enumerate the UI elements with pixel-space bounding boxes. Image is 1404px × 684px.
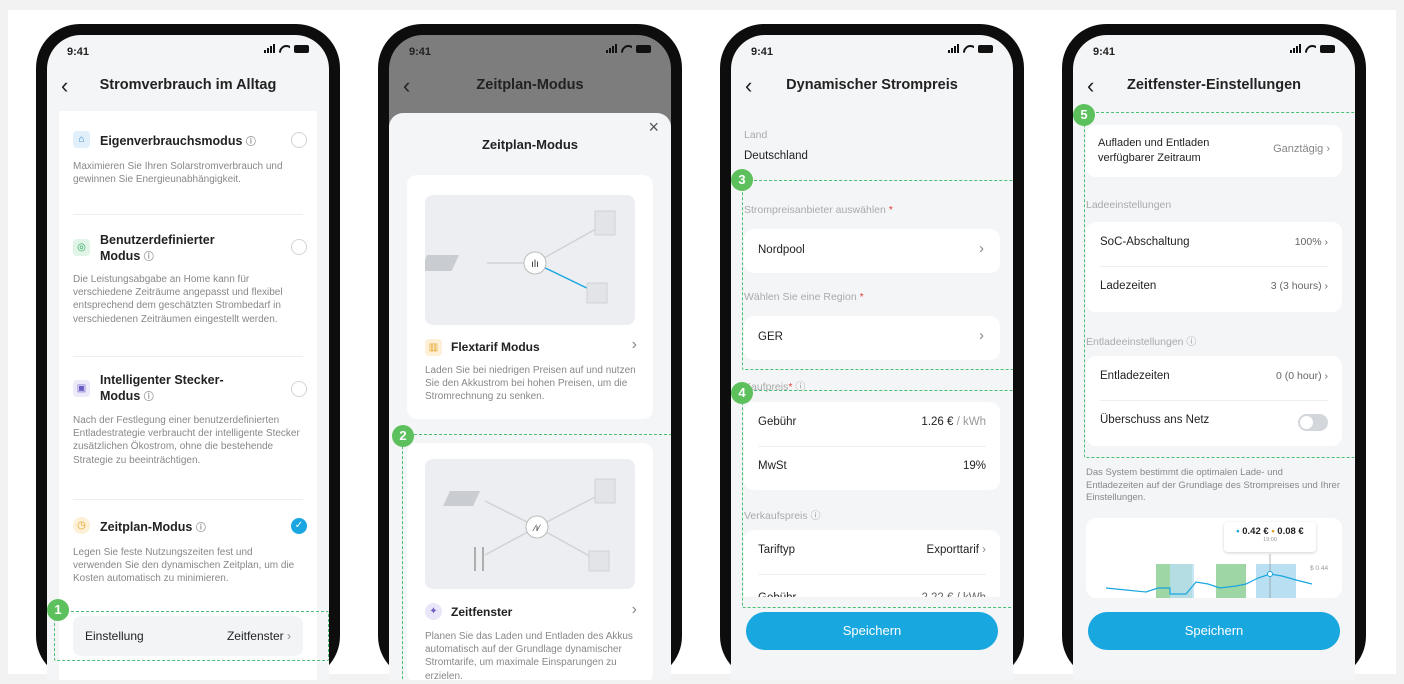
- nav-bar: ‹ Dynamischer Strompreis: [731, 69, 1013, 105]
- battery-icon: [636, 45, 651, 53]
- help-icon[interactable]: ⓘ: [246, 137, 256, 148]
- page-title: Stromverbrauch im Alltag: [99, 77, 277, 93]
- phone-stromverbrauch: 9:41 ‹ Stromverbrauch im Alltag ⌂ Eigenv…: [36, 24, 340, 680]
- status-bar: 9:41: [1073, 35, 1355, 63]
- tariff-icon: ▥: [425, 339, 442, 356]
- chevron-right-icon: ›: [631, 336, 637, 353]
- tooltip-buy: 0.42 €: [1242, 526, 1269, 537]
- mode-title: Benutzerdefinierter Modus ⓘ: [100, 233, 215, 264]
- wifi-icon: [621, 44, 632, 53]
- energy-flow-illustration: ılı: [419, 210, 616, 304]
- status-bar: 9:41: [47, 35, 329, 63]
- mode-description: Die Leistungsabgabe an Home kann für ver…: [73, 274, 283, 325]
- help-icon[interactable]: ⓘ: [196, 523, 206, 534]
- signal-icon: [606, 44, 617, 53]
- status-time: 9:41: [67, 46, 90, 58]
- smart-plug-icon: ▣: [73, 380, 90, 397]
- svg-text:ılı: ılı: [531, 259, 539, 270]
- status-bar: 9:41: [731, 35, 1013, 63]
- page-title: Zeitplan-Modus: [476, 77, 584, 93]
- option-title: Flextarif Modus: [451, 340, 540, 354]
- screen: 9:41 ‹ Dynamischer Strompreis Land Deuts…: [731, 35, 1013, 680]
- screen: 9:41 ‹ Stromverbrauch im Alltag ⌂ Eigenv…: [47, 35, 329, 680]
- mode-radio-benutzerdefiniert[interactable]: [291, 239, 307, 255]
- screen: 9:41 ‹ Zeitplan-Modus Zeitplan-Modus × ı…: [389, 35, 671, 680]
- phone-zeitfenster-einstellungen: 9:41 ‹ Zeitfenster-Einstellungen Auflade…: [1062, 24, 1366, 680]
- close-icon[interactable]: ×: [648, 117, 659, 138]
- discharge-window: [1170, 564, 1194, 598]
- custom-mode-icon: ◎: [73, 239, 90, 256]
- sheet-title: Zeitplan-Modus: [481, 137, 579, 152]
- phone-dynamischer-strompreis: 9:41 ‹ Dynamischer Strompreis Land Deuts…: [720, 24, 1024, 680]
- save-button[interactable]: Speichern: [1088, 612, 1340, 650]
- price-line-marker: [1267, 571, 1273, 577]
- wifi-icon: [1305, 44, 1316, 53]
- highlight-box-4: [742, 390, 1013, 608]
- price-chart-card: $ 0.44 • 0.42 € • 0.08 € 19:00: [1086, 518, 1342, 598]
- clock-icon: ◷: [73, 517, 90, 534]
- status-time: 9:41: [1093, 46, 1116, 58]
- tooltip-sell: 0.08 €: [1277, 526, 1304, 537]
- axis-label: $ 0.44: [1310, 565, 1328, 572]
- highlight-box-3: [742, 180, 1013, 370]
- mode-description: Legen Sie feste Nutzungszeiten fest und …: [73, 547, 295, 585]
- save-button[interactable]: Speichern: [746, 612, 998, 650]
- step-badge-5: 5: [1073, 104, 1095, 126]
- step-badge-3: 3: [731, 169, 753, 191]
- price-tooltip: • 0.42 € • 0.08 € 19:00: [1224, 522, 1316, 552]
- info-text: Das System bestimmt die optimalen Lade- …: [1086, 467, 1341, 504]
- charge-window: [1216, 564, 1246, 598]
- mode-radio-stecker[interactable]: [291, 381, 307, 397]
- option-description: Laden Sie bei niedrigen Preisen auf und …: [425, 365, 636, 403]
- screen: 9:41 ‹ Zeitfenster-Einstellungen Auflade…: [1073, 35, 1355, 680]
- tooltip-time: 19:00: [1263, 537, 1277, 543]
- status-bar: 9:41: [389, 35, 671, 63]
- flextarif-illustration: ılı: [419, 195, 635, 325]
- land-label: Land: [744, 129, 768, 141]
- option-card-flextarif[interactable]: ılı ▥ Flextarif Modus › Laden Sie bei ni…: [407, 175, 653, 419]
- land-value: Deutschland: [744, 150, 808, 162]
- home-solar-icon: ⌂: [73, 131, 90, 148]
- battery-icon: [1320, 45, 1335, 53]
- step-badge-4: 4: [731, 382, 753, 404]
- discharge-window: [1256, 564, 1296, 598]
- mode-list: ⌂ Eigenverbrauchsmodus ⓘ Maximieren Sie …: [59, 111, 317, 680]
- nav-bar: ‹ Zeitplan-Modus: [389, 69, 671, 105]
- mode-title: Intelligenter Stecker- Modus ⓘ: [100, 373, 224, 404]
- step-badge-1: 1: [47, 599, 69, 621]
- mode-description: Nach der Festlegung einer benutzerdefini…: [73, 415, 300, 466]
- help-icon[interactable]: ⓘ: [144, 392, 154, 403]
- page-title: Zeitfenster-Einstellungen: [1126, 77, 1302, 93]
- wifi-icon: [279, 44, 290, 53]
- help-icon[interactable]: ⓘ: [144, 252, 154, 263]
- step-badge-2: 2: [392, 425, 414, 447]
- signal-icon: [264, 44, 275, 53]
- signal-icon: [1290, 44, 1301, 53]
- highlight-box-5: [1084, 112, 1355, 458]
- mode-title: Eigenverbrauchsmodus ⓘ: [100, 134, 256, 148]
- mode-radio-zeitplan[interactable]: ✓: [291, 518, 307, 534]
- mode-radio-eigenverbrauch[interactable]: [291, 132, 307, 148]
- signal-icon: [948, 44, 959, 53]
- wifi-icon: [963, 44, 974, 53]
- mode-title: Zeitplan-Modus ⓘ: [100, 520, 206, 534]
- nav-bar: ‹ Stromverbrauch im Alltag: [47, 69, 329, 105]
- mode-description: Maximieren Sie Ihren Solarstromverbrauch…: [73, 161, 283, 186]
- phone-zeitplan-modus: 9:41 ‹ Zeitplan-Modus Zeitplan-Modus × ı…: [378, 24, 682, 680]
- page-title: Dynamischer Strompreis: [786, 77, 958, 93]
- battery-icon: [978, 45, 993, 53]
- highlight-box-2: [402, 434, 671, 680]
- status-time: 9:41: [409, 46, 432, 58]
- nav-bar: ‹ Zeitfenster-Einstellungen: [1073, 69, 1355, 105]
- battery-icon: [294, 45, 309, 53]
- status-time: 9:41: [751, 46, 774, 58]
- highlight-box-1: [54, 611, 329, 661]
